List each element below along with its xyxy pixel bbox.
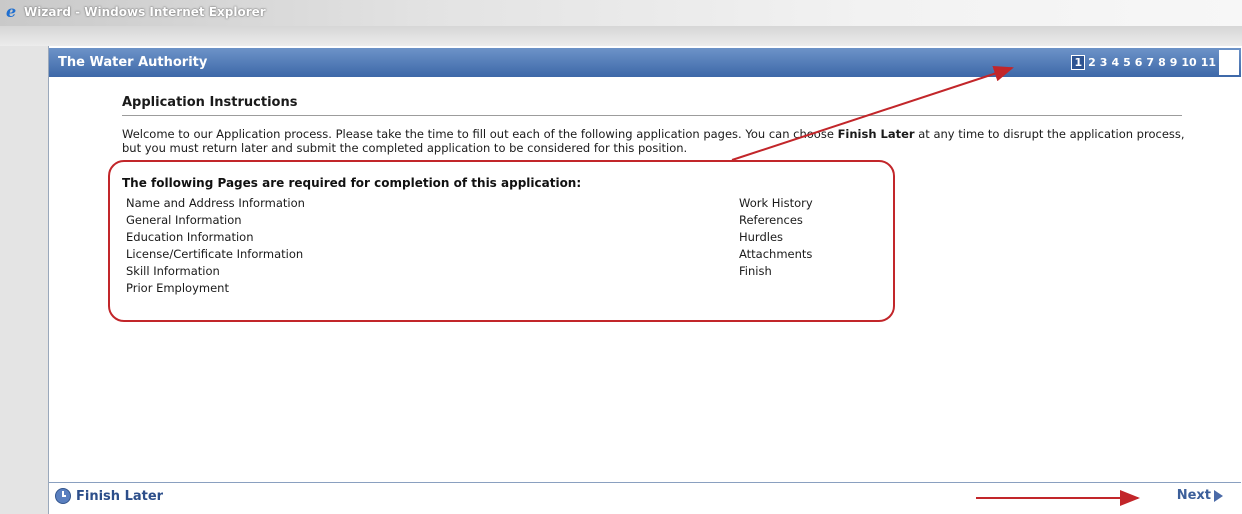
page-navigator: 1 2 3 4 5 6 7 8 9 10 11 [1071, 55, 1217, 70]
left-frame [0, 46, 49, 514]
welcome-text-part1: Welcome to our Application process. Plea… [122, 127, 838, 141]
page-link-3[interactable]: 3 [1099, 55, 1109, 70]
required-pages-right-column: Work History References Hurdles Attachments… [739, 195, 889, 280]
page-link-8[interactable]: 8 [1157, 55, 1167, 70]
next-label: Next [1176, 488, 1211, 503]
header-end-block [1219, 50, 1239, 75]
browser-titlebar: e Wizard - Windows Internet Explorer [0, 0, 1242, 26]
required-page-item: Prior Employment [126, 281, 229, 295]
next-button[interactable]: Next [1177, 488, 1223, 503]
page-link-2[interactable]: 2 [1087, 55, 1097, 70]
clock-icon [55, 488, 71, 504]
arrow-right-icon [1214, 489, 1223, 502]
footer-divider [49, 482, 1241, 483]
required-page-item: Name and Address Information [126, 196, 305, 210]
required-page-item: Skill Information [126, 264, 220, 278]
org-title: The Water Authority [58, 55, 208, 70]
section-divider [122, 115, 1182, 116]
required-pages-left-column: Name and Address Information General Info… [126, 195, 305, 297]
required-page-item: Work History [739, 196, 813, 210]
finish-later-label: Finish Later [76, 488, 164, 504]
ie-icon: e [6, 2, 17, 21]
wizard-window: The Water Authority 1 2 3 4 5 6 7 8 9 10 11 Applic… [48, 46, 1241, 514]
wizard-header: The Water Authority 1 2 3 4 5 6 7 8 9 10 11 [49, 48, 1241, 77]
page-link-5[interactable]: 5 [1122, 55, 1132, 70]
browser-toolbar-strip [0, 26, 1242, 46]
page-link-10[interactable]: 10 [1180, 55, 1197, 70]
required-page-item: License/Certificate Information [126, 247, 304, 261]
page-link-11[interactable]: 11 [1200, 55, 1217, 70]
instructions-title: Application Instructions [122, 95, 298, 110]
required-page-item: General Information [126, 213, 242, 227]
required-page-item: Education Information [126, 230, 254, 244]
welcome-text-bold: Finish Later [837, 127, 915, 141]
page-link-4[interactable]: 4 [1110, 55, 1120, 70]
browser-window-title: Wizard - Windows Internet Explorer [24, 5, 266, 19]
page-link-6[interactable]: 6 [1134, 55, 1144, 70]
page-link-7[interactable]: 7 [1145, 55, 1155, 70]
page-link-1[interactable]: 1 [1071, 55, 1086, 70]
required-page-item: Finish [739, 264, 772, 278]
page-link-9[interactable]: 9 [1169, 55, 1179, 70]
required-page-item: Attachments [739, 247, 813, 261]
finish-later-button[interactable]: Finish Later [55, 488, 163, 504]
required-page-item: Hurdles [739, 230, 784, 244]
required-page-item: References [739, 213, 803, 227]
required-pages-title: The following Pages are required for com… [122, 176, 582, 190]
welcome-text: Welcome to our Application process. Plea… [122, 127, 1192, 155]
